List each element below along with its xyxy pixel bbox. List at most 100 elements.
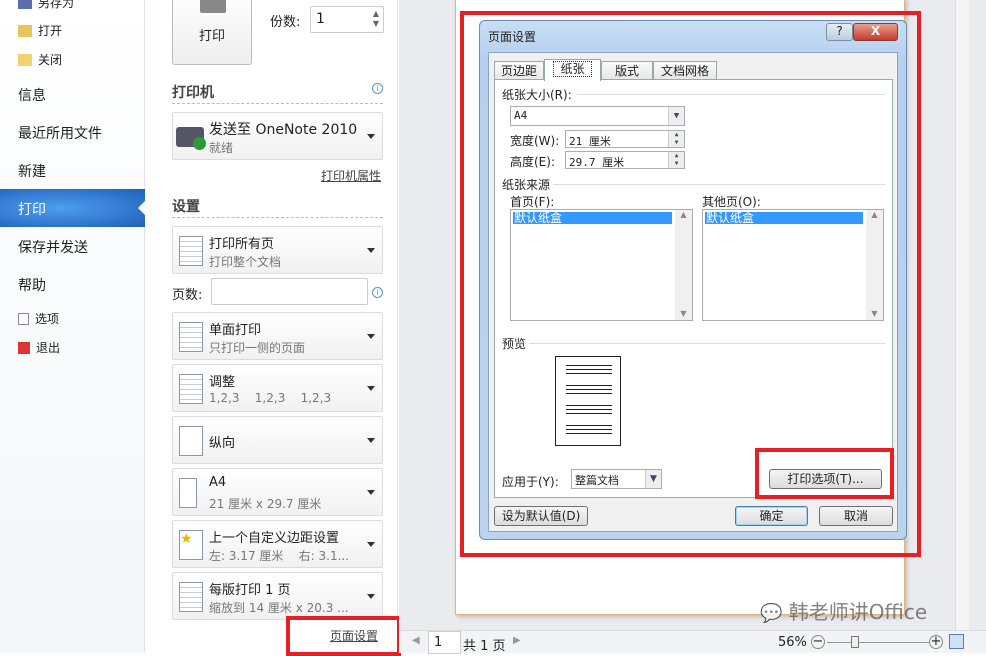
- collate-dropdown[interactable]: 调整1,2,3 1,2,3 1,2,3: [172, 364, 383, 412]
- zoom-in-icon[interactable]: +: [929, 635, 943, 649]
- copies-label: 份数:: [270, 11, 300, 30]
- margins-star-icon: ★: [179, 530, 203, 560]
- preview-label: 预览: [502, 335, 526, 352]
- tab-paper[interactable]: 纸张: [544, 59, 601, 81]
- chevron-down-icon[interactable]: ▼: [668, 107, 684, 125]
- option-title: A4: [209, 475, 226, 490]
- print-button[interactable]: 打印: [172, 0, 252, 65]
- apply-to-value: 整篇文档: [575, 474, 619, 487]
- highlight-box: [286, 616, 401, 656]
- help-button[interactable]: ?: [826, 23, 853, 41]
- zoom-out-icon[interactable]: −: [811, 635, 825, 649]
- nav-recent[interactable]: 最近所用文件: [18, 123, 102, 143]
- chevron-down-icon: [367, 334, 375, 343]
- orientation-dropdown[interactable]: 纵向: [172, 416, 383, 464]
- tab-layout[interactable]: 版式: [601, 61, 653, 81]
- one-sided-icon: [179, 322, 203, 352]
- apply-to-select[interactable]: 整篇文档 ▼: [571, 469, 662, 489]
- height-input[interactable]: 29.7 厘米▲▼: [565, 151, 685, 169]
- other-pages-list[interactable]: 默认纸盒▲▼: [702, 209, 884, 321]
- close-button[interactable]: X: [853, 23, 898, 41]
- preview-thumbnail: [555, 356, 621, 446]
- divider: [577, 94, 885, 95]
- chevron-down-icon: [367, 438, 375, 447]
- printer-status: 就绪: [209, 139, 233, 156]
- list-item-selected[interactable]: 默认纸盒: [705, 212, 863, 224]
- label: 选项: [35, 310, 59, 327]
- printer-properties-link[interactable]: 打印机属性: [321, 167, 381, 184]
- copies-value: 1: [316, 11, 325, 27]
- first-page-list[interactable]: 默认纸盒▲▼: [510, 209, 693, 321]
- nav-info[interactable]: 信息: [18, 85, 46, 105]
- nav-new[interactable]: 新建: [18, 161, 46, 181]
- pages-per-sheet-dropdown[interactable]: 每版打印 1 页缩放到 14 厘米 x 20.3 ...: [172, 572, 383, 620]
- options-icon: [18, 313, 29, 325]
- sides-dropdown[interactable]: 单面打印只打印一侧的页面: [172, 312, 383, 360]
- option-title: 单面打印: [209, 319, 261, 338]
- margins-dropdown[interactable]: ★上一个自定义边距设置左: 3.17 厘米 右: 3.1...: [172, 520, 383, 568]
- print-range-dropdown[interactable]: 打印所有页打印整个文档: [172, 226, 383, 274]
- tab-margins[interactable]: 页边距: [494, 61, 544, 81]
- spin-icon[interactable]: ▲▼: [668, 152, 684, 168]
- folder-open-icon: [18, 25, 32, 37]
- printer-icon: [200, 0, 226, 13]
- spin-icon[interactable]: ▲▼: [373, 9, 379, 29]
- nav-exit[interactable]: 退出: [18, 339, 60, 356]
- divider: [172, 217, 383, 218]
- list-item-selected[interactable]: 默认纸盒: [513, 212, 672, 224]
- nav-save-as[interactable]: 另存为: [18, 0, 74, 11]
- tab-document-grid[interactable]: 文档网格: [653, 61, 717, 81]
- copies-input[interactable]: 1 ▲▼: [310, 6, 384, 33]
- width-input[interactable]: 21 厘米▲▼: [565, 130, 685, 148]
- dialog-title: 页面设置: [488, 28, 536, 45]
- print-settings-panel: 打印 份数: 1 ▲▼ 打印机 i 发送至 OneNote 2010 就绪 打印机…: [145, 0, 398, 630]
- chevron-down-icon: [367, 386, 375, 395]
- prev-page-icon[interactable]: ◀: [412, 635, 420, 646]
- paper-source-label: 纸张来源: [502, 176, 550, 193]
- vertical-scrollbar[interactable]: [955, 0, 969, 630]
- printer-heading: 打印机: [172, 82, 214, 102]
- paper-size-value: A4: [514, 109, 527, 122]
- nav-print[interactable]: 打印: [0, 189, 145, 227]
- option-desc: 1,2,3 1,2,3 1,2,3: [209, 391, 331, 405]
- nav-close[interactable]: 关闭: [18, 51, 62, 68]
- nav-open[interactable]: 打开: [18, 22, 62, 39]
- pages-icon: [179, 236, 203, 266]
- set-default-button[interactable]: 设为默认值(D): [494, 506, 588, 526]
- label: 另存为: [38, 0, 74, 11]
- chevron-down-icon: [367, 542, 375, 551]
- info-icon[interactable]: i: [372, 287, 383, 298]
- page-icon: [179, 582, 203, 612]
- spin-icon[interactable]: ▲▼: [668, 131, 684, 147]
- ready-check-icon: [193, 137, 206, 150]
- list-scrollbar[interactable]: ▲▼: [675, 210, 692, 320]
- list-scrollbar[interactable]: ▲▼: [866, 210, 883, 320]
- nav-save-send[interactable]: 保存并发送: [18, 237, 88, 257]
- watermark: 💬 韩老师讲Office: [760, 596, 927, 625]
- nav-help[interactable]: 帮助: [18, 275, 46, 295]
- option-title: 纵向: [209, 432, 235, 451]
- fit-page-icon[interactable]: [949, 634, 964, 649]
- page-number-input[interactable]: 1: [428, 631, 461, 654]
- option-desc: 左: 3.17 厘米 右: 3.1...: [209, 547, 349, 564]
- printer-name: 发送至 OneNote 2010: [209, 119, 357, 139]
- label: 退出: [36, 339, 60, 356]
- option-desc: 打印整个文档: [209, 253, 281, 270]
- zoom-slider-thumb[interactable]: [851, 636, 859, 648]
- divider: [172, 103, 383, 104]
- pages-input[interactable]: [211, 278, 368, 305]
- ok-button[interactable]: 确定: [735, 506, 808, 526]
- chevron-down-icon: [367, 490, 375, 499]
- info-icon[interactable]: i: [372, 83, 383, 94]
- printer-dropdown[interactable]: 发送至 OneNote 2010 就绪: [172, 112, 383, 160]
- chevron-down-icon[interactable]: ▼: [645, 470, 661, 488]
- paper-size-dropdown[interactable]: A421 厘米 x 29.7 厘米: [172, 468, 383, 516]
- next-page-icon[interactable]: ▶: [513, 635, 521, 646]
- paper-size-select[interactable]: A4 ▼: [510, 106, 685, 126]
- backstage-sidebar: 另存为 打开 关闭 信息 最近所用文件 新建 打印 保存并发送 帮助 选项 退出: [0, 0, 145, 653]
- nav-options[interactable]: 选项: [18, 310, 59, 327]
- zoom-level: 56%: [778, 635, 807, 650]
- zoom-slider[interactable]: [827, 642, 929, 643]
- cancel-button[interactable]: 取消: [819, 506, 893, 526]
- settings-heading: 设置: [172, 196, 200, 216]
